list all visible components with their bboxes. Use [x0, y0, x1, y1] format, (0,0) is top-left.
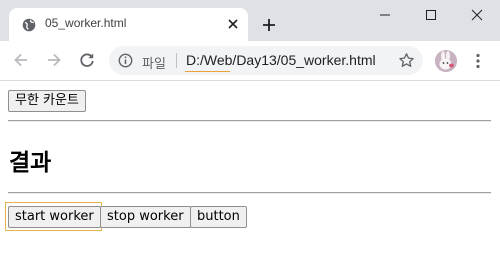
browser-tab[interactable]: 05_worker.html — [9, 8, 248, 41]
infinite-count-button[interactable]: 무한 카운트 — [8, 90, 86, 112]
close-tab-icon[interactable] — [226, 17, 240, 31]
scheme-label: 파일 — [142, 57, 166, 72]
back-icon[interactable] — [12, 51, 30, 69]
maximize-icon — [426, 10, 436, 20]
close-window-button[interactable] — [454, 0, 500, 30]
result-heading: 결과 — [9, 150, 52, 176]
plain-button[interactable]: button — [190, 206, 247, 228]
spellcheck-underline — [185, 71, 230, 72]
info-icon[interactable] — [118, 53, 133, 68]
divider-bottom — [8, 192, 491, 194]
start-worker-button[interactable]: start worker — [8, 206, 101, 228]
close-icon — [471, 9, 483, 21]
menu-kebab-icon[interactable] — [475, 53, 481, 69]
address-divider — [176, 53, 177, 68]
tab-title: 05_worker.html — [45, 16, 127, 30]
title-bar: 05_worker.html — [0, 0, 500, 41]
url-text[interactable]: D:/Web/Day13/05_worker.html — [186, 52, 376, 68]
forward-icon[interactable] — [45, 51, 63, 69]
maximize-button[interactable] — [408, 0, 454, 30]
reload-icon[interactable] — [78, 51, 96, 69]
minimize-button[interactable] — [362, 0, 408, 30]
divider-top — [8, 120, 491, 122]
bookmark-star-icon[interactable] — [398, 52, 415, 69]
stop-worker-button[interactable]: stop worker — [100, 206, 191, 228]
rabbit-avatar-icon — [435, 50, 457, 72]
minimize-icon — [380, 14, 390, 16]
new-tab-icon[interactable] — [261, 17, 277, 33]
globe-icon — [22, 18, 36, 32]
address-bar[interactable]: 파일 D:/Web/Day13/05_worker.html — [109, 46, 423, 75]
browser-toolbar: 파일 D:/Web/Day13/05_worker.html — [0, 41, 500, 81]
profile-avatar[interactable] — [435, 50, 457, 72]
